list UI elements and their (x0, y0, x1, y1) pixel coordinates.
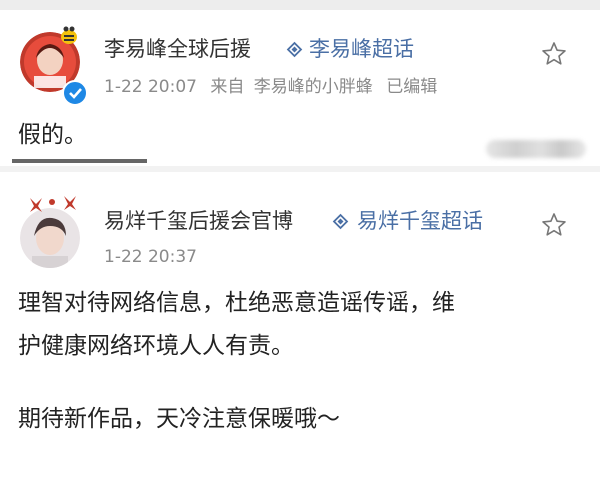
post-date: 1-22 20:07 (104, 77, 197, 97)
post-meta: 1-22 20:37 (104, 246, 197, 268)
cropped-image-edge (12, 159, 147, 163)
star-outline-icon[interactable] (540, 211, 568, 239)
star-outline-icon[interactable] (540, 40, 568, 68)
source-prefix: 来自 (210, 77, 245, 97)
post-text-line: 假的。 (18, 122, 87, 148)
post-text-line: 理智对待网络信息，杜绝恶意造谣传谣，维 (18, 290, 455, 316)
supertopic-link[interactable]: 易烊千玺超话 (357, 208, 483, 234)
post-source[interactable]: 李易峰的小胖蜂 (254, 77, 373, 97)
top-bar (0, 0, 600, 10)
post-date: 1-22 20:37 (104, 247, 197, 267)
ribbon-decoration-icon (30, 196, 76, 212)
username[interactable]: 易烊千玺后援会官博 (104, 208, 293, 234)
post-text-line: 期待新作品，天冷注意保暖哦～ (18, 406, 340, 432)
post-meta: 1-22 20:07 来自 李易峰的小胖蜂 已编辑 (104, 76, 437, 98)
edited-label: 已编辑 (386, 77, 438, 97)
supertopic-link[interactable]: 李易峰超话 (309, 36, 414, 62)
verified-badge-icon (62, 80, 88, 106)
diamond-icon (332, 213, 349, 230)
username[interactable]: 李易峰全球后援 (104, 36, 251, 62)
post-text-line: 护健康网络环境人人有责。 (18, 333, 294, 359)
bee-icon (61, 26, 77, 44)
blurred-watermark (486, 140, 586, 158)
diamond-icon (286, 41, 303, 58)
